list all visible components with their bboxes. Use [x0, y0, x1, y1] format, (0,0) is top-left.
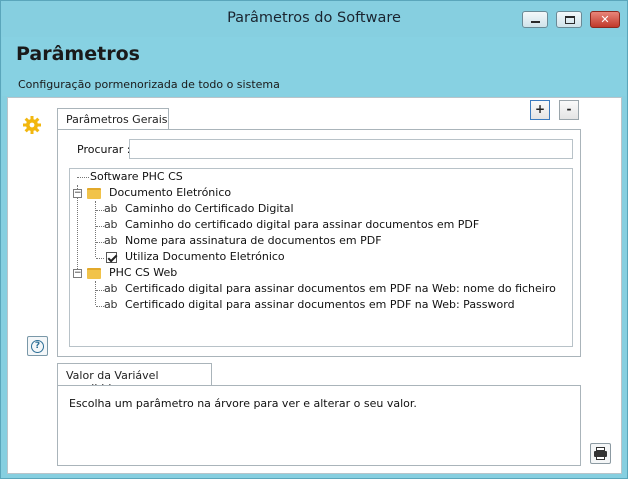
maximize-icon: [565, 16, 575, 24]
tree-group-phc-cs-web[interactable]: PHC CS Web: [109, 265, 177, 281]
help-icon: ?: [31, 340, 44, 353]
close-icon: ✕: [600, 13, 610, 26]
folder-icon: [87, 268, 101, 279]
search-input[interactable]: [129, 139, 573, 159]
expander-icon[interactable]: −: [73, 189, 82, 198]
tree-item[interactable]: Certificado digital para assinar documen…: [125, 281, 556, 297]
tree-group-documento-eletronico[interactable]: Documento Eletrónico: [109, 185, 231, 201]
close-button[interactable]: ✕: [590, 11, 620, 28]
text-param-icon: ab: [104, 282, 118, 295]
gear-icon: [23, 116, 41, 134]
value-panel-hint: Escolha um parâmetro na árvore para ver …: [69, 397, 417, 410]
page-header: Parâmetros Configuração pormenorizada de…: [2, 37, 626, 96]
tree-connector: [96, 242, 104, 243]
parameters-tree[interactable]: Software PHC CS − Documento Eletrónico a…: [69, 168, 573, 347]
expander-icon[interactable]: −: [73, 269, 82, 278]
tree-connector: [96, 258, 104, 259]
tree-item[interactable]: Utiliza Documento Eletrónico: [125, 249, 285, 265]
expand-all-button[interactable]: +: [530, 100, 550, 120]
tree-connector: [77, 177, 89, 178]
search-label: Procurar :: [77, 143, 131, 156]
text-param-icon: ab: [104, 298, 118, 311]
tree-root[interactable]: Software PHC CS: [90, 169, 183, 185]
tree-connector: [77, 185, 78, 273]
page-subtitle: Configuração pormenorizada de todo o sis…: [18, 78, 280, 91]
tree-item[interactable]: Nome para assinatura de documentos em PD…: [125, 233, 382, 249]
text-param-icon: ab: [104, 234, 118, 247]
minimize-icon: [531, 21, 540, 23]
tab-general-parameters[interactable]: Parâmetros Gerais: [57, 108, 169, 130]
maximize-button[interactable]: [556, 11, 582, 28]
help-button[interactable]: ?: [27, 336, 48, 356]
printer-icon-paper: [596, 456, 605, 460]
tree-connector: [96, 226, 104, 227]
tree-connector: [96, 290, 104, 291]
tree-connector: [96, 210, 104, 211]
checkbox-icon: [106, 252, 117, 263]
minimize-button[interactable]: [522, 11, 548, 28]
text-param-icon: ab: [104, 218, 118, 231]
title-bar[interactable]: Parâmetros do Software ✕: [1, 1, 627, 37]
tree-connector: [96, 306, 104, 307]
tree-connector: [95, 281, 96, 305]
collapse-all-button[interactable]: -: [559, 100, 579, 120]
tree-item[interactable]: Caminho do Certificado Digital: [125, 201, 294, 217]
tab-selected-variable-value[interactable]: Valor da Variável escolhida: [57, 363, 212, 395]
tree-item[interactable]: Certificado digital para assinar documen…: [125, 297, 515, 313]
text-param-icon: ab: [104, 202, 118, 215]
folder-icon: [87, 188, 101, 199]
tree-item[interactable]: Caminho do certificado digital para assi…: [125, 217, 479, 233]
page-title: Parâmetros: [16, 43, 140, 65]
print-button[interactable]: [590, 443, 611, 464]
